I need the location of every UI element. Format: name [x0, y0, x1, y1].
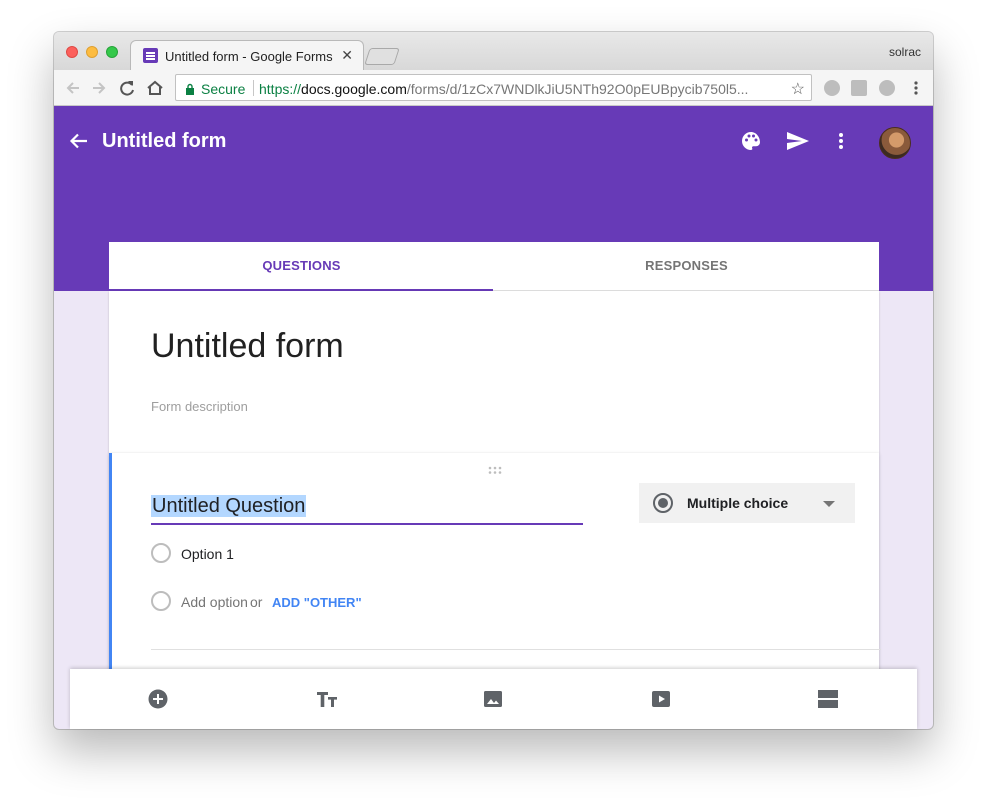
tab-close-icon[interactable]: ✕	[341, 47, 353, 64]
zoom-window-button[interactable]	[106, 46, 118, 58]
add-section-icon[interactable]	[818, 689, 838, 709]
palette-icon[interactable]	[740, 130, 762, 157]
add-video-icon[interactable]	[651, 689, 671, 709]
question-title-input[interactable]: Untitled Question	[151, 495, 583, 525]
question-title-text: Untitled Question	[151, 495, 307, 517]
tab-questions[interactable]: QUESTIONS	[109, 242, 494, 291]
card-divider	[151, 649, 881, 650]
cloud-extension-icon[interactable]	[879, 80, 895, 96]
add-question-icon[interactable]	[148, 689, 168, 709]
secure-label: Secure	[201, 81, 246, 97]
tab-strip: Untitled form - Google Forms ✕ solrac	[54, 32, 933, 70]
option-radio-icon	[151, 543, 171, 563]
form-title-input[interactable]: Untitled form	[151, 327, 344, 366]
extension-icon[interactable]	[851, 80, 867, 96]
url-text: https://docs.google.com/forms/d/1zCx7WND…	[259, 81, 749, 97]
option-1-input[interactable]: Option 1	[181, 546, 234, 562]
browser-window: Untitled form - Google Forms ✕ solrac Se…	[54, 32, 933, 729]
back-icon[interactable]	[60, 75, 86, 101]
close-window-button[interactable]	[66, 46, 78, 58]
form-title-card: Untitled form Form description	[109, 291, 879, 453]
extension-icon[interactable]	[824, 80, 840, 96]
dropdown-arrow-icon	[823, 501, 835, 507]
form-description-input[interactable]: Form description	[151, 399, 248, 414]
header-form-title[interactable]: Untitled form	[102, 130, 226, 153]
avatar[interactable]	[879, 127, 911, 159]
more-vert-icon[interactable]	[836, 130, 846, 157]
add-option-radio-icon	[151, 591, 171, 611]
question-type-label: Multiple choice	[687, 495, 789, 511]
forward-icon[interactable]	[86, 75, 112, 101]
new-tab-button[interactable]	[364, 48, 400, 65]
add-item-toolbar	[70, 669, 917, 729]
home-icon[interactable]	[142, 75, 168, 101]
bookmark-star-icon[interactable]: ☆	[791, 79, 805, 99]
omnibox-separator	[253, 80, 254, 96]
add-title-icon[interactable]	[316, 689, 337, 709]
form-tabs: QUESTIONS RESPONSES	[109, 242, 879, 291]
browser-toolbar: Secure https://docs.google.com/forms/d/1…	[54, 70, 933, 106]
add-other-button[interactable]: ADD "OTHER"	[272, 595, 362, 610]
reload-icon[interactable]	[114, 75, 140, 101]
minimize-window-button[interactable]	[86, 46, 98, 58]
chrome-menu-icon[interactable]	[903, 75, 929, 101]
radio-button-icon	[653, 493, 673, 513]
question-card[interactable]: Untitled Question Multiple choice Option…	[109, 453, 881, 693]
back-arrow-icon[interactable]	[68, 130, 90, 157]
tab-title: Untitled form - Google Forms	[165, 49, 333, 64]
lock-icon	[185, 82, 195, 100]
send-icon[interactable]	[786, 130, 810, 157]
add-image-icon[interactable]	[483, 689, 503, 709]
profile-name[interactable]: solrac	[889, 45, 921, 59]
or-text: or	[250, 594, 263, 610]
forms-favicon-icon	[143, 48, 158, 63]
add-option-input[interactable]: Add option	[181, 594, 248, 610]
tab-responses[interactable]: RESPONSES	[494, 242, 879, 291]
browser-tab[interactable]: Untitled form - Google Forms ✕	[130, 40, 364, 70]
drag-handle-icon[interactable]	[488, 461, 504, 479]
question-type-dropdown[interactable]: Multiple choice	[639, 483, 855, 523]
address-bar[interactable]: Secure https://docs.google.com/forms/d/1…	[175, 74, 812, 101]
